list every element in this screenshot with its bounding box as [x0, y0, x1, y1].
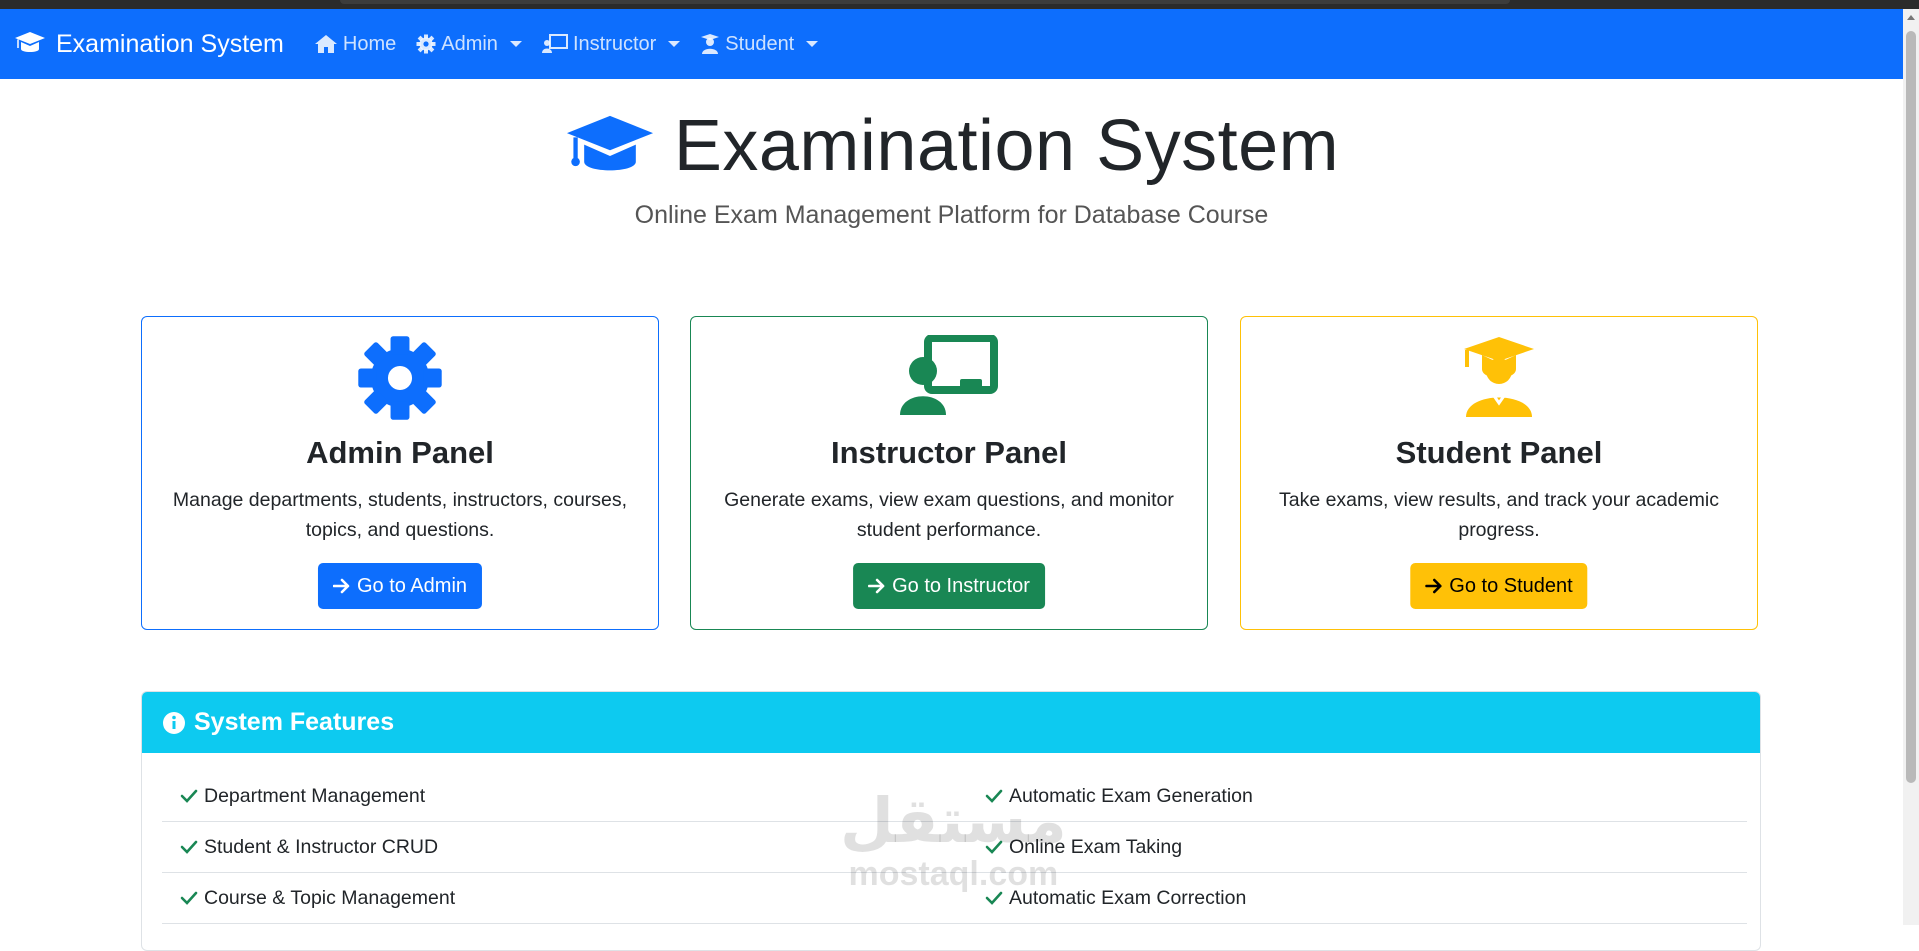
page-subtitle: Online Exam Management Platform for Data… — [634, 201, 1269, 229]
feature-label: Course & Topic Management — [204, 886, 456, 909]
features-list-right: Automatic Exam Generation Online Exam Ta… — [967, 771, 1747, 924]
go-to-instructor-button[interactable]: Go to Instructor — [853, 563, 1045, 609]
list-item: Online Exam Taking — [967, 822, 1747, 873]
student-panel-title: Student Panel — [1395, 435, 1603, 470]
check-icon — [180, 891, 198, 905]
chevron-down-icon — [509, 41, 522, 47]
gear-icon — [358, 336, 442, 420]
watermark-latin: mostaql.com — [848, 855, 1059, 893]
student-panel-card: Student Panel Take exams, view results, … — [1240, 316, 1758, 630]
chalkboard-teacher-icon — [541, 34, 568, 53]
instructor-panel-title: Instructor Panel — [831, 435, 1067, 470]
admin-panel-card: Admin Panel Manage departments, students… — [141, 316, 659, 630]
scroll-up-arrow-icon[interactable] — [1907, 15, 1915, 20]
hero-section: Examination System Online Exam Managemen… — [0, 105, 1903, 230]
nav-home-label: Home — [342, 32, 397, 55]
arrow-right-icon — [1425, 578, 1442, 594]
scrollbar-thumb[interactable] — [1906, 31, 1916, 783]
watermark-arabic: مستقل — [840, 787, 1067, 856]
user-graduate-icon — [701, 34, 720, 54]
go-to-student-button[interactable]: Go to Student — [1410, 563, 1588, 609]
chevron-down-icon — [668, 41, 681, 47]
navbar: Examination System Home Admin Instructor… — [0, 9, 1903, 79]
feature-label: Student & Instructor CRUD — [204, 835, 439, 858]
browser-tab-edge — [340, 0, 1510, 4]
nav-admin-dropdown[interactable]: Admin — [416, 33, 522, 56]
navbar-brand[interactable]: Examination System — [14, 30, 284, 59]
nav-home[interactable]: Home — [314, 33, 396, 56]
feature-label: Department Management — [204, 784, 426, 807]
admin-panel-description: Manage departments, students, instructor… — [172, 489, 628, 541]
nav-student-dropdown[interactable]: Student — [700, 32, 819, 56]
nav-instructor-dropdown[interactable]: Instructor — [541, 32, 681, 56]
instructor-panel-card: Instructor Panel Generate exams, view ex… — [690, 316, 1208, 630]
check-icon — [180, 789, 198, 803]
go-to-admin-label: Go to Admin — [356, 574, 468, 597]
gear-icon — [416, 34, 436, 54]
watermark: مستقل mostaql.com — [840, 790, 1067, 894]
features-header: System Features — [142, 692, 1760, 753]
home-icon — [314, 35, 337, 53]
student-panel-description: Take exams, view results, and track your… — [1278, 489, 1719, 541]
user-graduate-icon — [1464, 337, 1534, 417]
browser-top-strip — [0, 0, 1919, 9]
go-to-instructor-label: Go to Instructor — [892, 574, 1030, 597]
navbar-brand-label: Examination System — [56, 29, 284, 58]
list-item: Automatic Exam Correction — [967, 873, 1747, 924]
graduation-cap-icon — [15, 32, 45, 52]
page-scrollbar[interactable] — [1903, 9, 1919, 925]
list-item: Automatic Exam Generation — [967, 771, 1747, 822]
go-to-admin-button[interactable]: Go to Admin — [317, 563, 483, 609]
chevron-down-icon — [806, 41, 819, 47]
nav-student-label: Student — [725, 32, 795, 55]
graduation-cap-icon — [566, 115, 653, 171]
page-title: Examination System — [673, 106, 1340, 186]
features-title: System Features — [194, 708, 395, 736]
info-circle-icon — [163, 711, 185, 734]
chalkboard-teacher-icon — [900, 335, 998, 415]
admin-panel-title: Admin Panel — [306, 435, 494, 470]
nav-instructor-label: Instructor — [572, 32, 657, 55]
nav-admin-label: Admin — [441, 32, 498, 55]
instructor-panel-description: Generate exams, view exam questions, and… — [724, 489, 1174, 541]
go-to-student-label: Go to Student — [1449, 574, 1573, 597]
arrow-right-icon — [332, 578, 350, 594]
arrow-right-icon — [868, 578, 885, 594]
check-icon — [180, 840, 198, 854]
